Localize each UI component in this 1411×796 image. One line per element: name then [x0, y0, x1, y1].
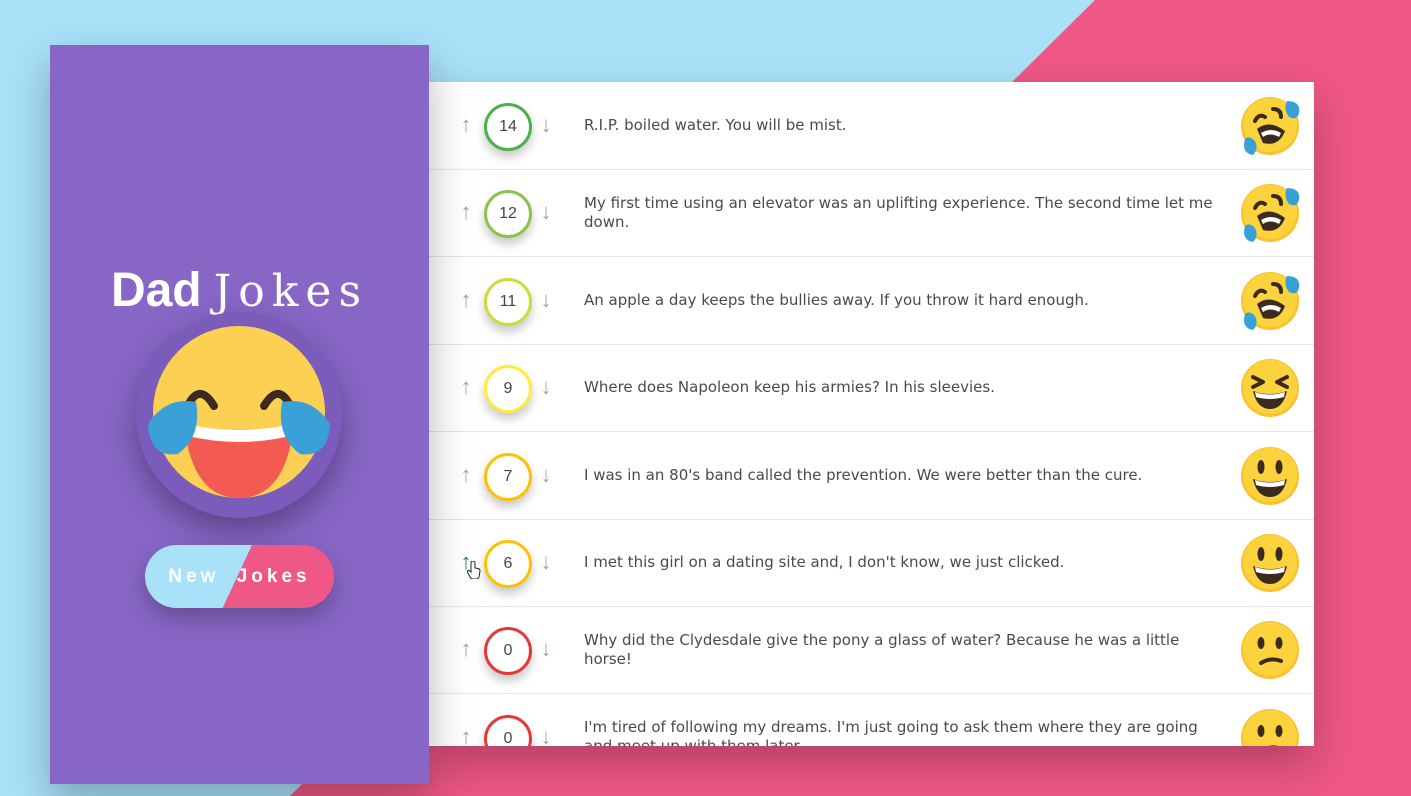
confused-emoji: [1239, 707, 1301, 746]
joke-text: I was in an 80's band called the prevent…: [584, 465, 1143, 484]
joke-row: ↑ 9 ↓ Where does Napoleon keep his armies? …: [429, 344, 1314, 433]
downvote-arrow-icon[interactable]: ↓: [535, 199, 557, 225]
joke-text: I met this girl on a dating site and, I …: [584, 553, 1065, 571]
joke-row: ↑ 6 ↓ I met this girl on a dating site and,…: [429, 519, 1314, 607]
app-title: Dad Jokes: [50, 267, 429, 315]
downvote-arrow-icon[interactable]: ↓: [535, 724, 557, 746]
downvote-arrow-icon[interactable]: ↓: [535, 374, 557, 400]
vote-count: 9: [484, 365, 532, 414]
joke-text: An apple a day keeps the bullies away. I…: [584, 290, 1089, 309]
vote-count: 12: [484, 190, 532, 239]
joke-row: ↑ 11 ↓ An apple a day keeps the bullies awa…: [429, 257, 1314, 345]
joke-text: Where does Napoleon keep his armies? In …: [584, 378, 995, 397]
vote-count: 0: [484, 627, 532, 676]
title-jokes: Jokes: [213, 266, 369, 317]
upvote-arrow-icon[interactable]: ↑: [455, 199, 477, 225]
joke-row: ↑ 7 ↓ I was in an 80's band called the prev…: [429, 432, 1314, 520]
joke-text: Why did the Clydesdale give the pony a g…: [584, 630, 1180, 668]
confused-emoji: [1239, 619, 1301, 681]
downvote-arrow-icon[interactable]: ↓: [535, 112, 557, 138]
vote-count: 11: [484, 277, 532, 326]
grin-emoji: [1239, 532, 1301, 594]
downvote-arrow-icon[interactable]: ↓: [535, 287, 557, 313]
rofl-emoji: [1239, 270, 1301, 332]
joke-row: ↑ 0 ↓ I'm tired of following my dreams. I'm…: [429, 694, 1314, 746]
laughing-emoji-logo: [136, 312, 342, 518]
upvote-arrow-icon[interactable]: ↑: [455, 636, 477, 662]
upvote-arrow-icon[interactable]: ↑: [455, 112, 477, 138]
downvote-arrow-icon[interactable]: ↓: [535, 636, 557, 662]
joke-text: R.I.P. boiled water. You will be mist.: [584, 116, 847, 134]
vote-count: 6: [484, 540, 532, 588]
upvote-arrow-icon[interactable]: ↑: [455, 462, 477, 488]
title-dad: Dad: [110, 264, 202, 317]
sidebar: Dad Jokes New Jokes: [50, 45, 429, 784]
upvote-arrow-icon[interactable]: ↑: [455, 374, 477, 400]
downvote-arrow-icon[interactable]: ↓: [535, 549, 557, 575]
squint-laugh-emoji: [1239, 357, 1301, 419]
vote-count: 0: [484, 714, 532, 746]
upvote-arrow-icon[interactable]: ↑: [455, 724, 477, 746]
upvote-arrow-icon[interactable]: ↑: [455, 287, 477, 313]
jokes-list: ↑ 14 ↓ R.I.P. boiled water. You will be mis…: [429, 82, 1314, 746]
rofl-emoji: [1239, 95, 1301, 157]
vote-count: 14: [484, 103, 532, 151]
downvote-arrow-icon[interactable]: ↓: [535, 462, 557, 488]
rofl-emoji: [1239, 182, 1301, 244]
new-jokes-button[interactable]: New Jokes: [145, 545, 334, 608]
grin-emoji: [1239, 445, 1301, 507]
joke-row: ↑ 0 ↓ Why did the Clydesdale give the pony …: [429, 606, 1314, 695]
joke-text: I'm tired of following my dreams. I'm ju…: [584, 718, 1198, 746]
vote-count: 7: [484, 452, 532, 501]
joke-row: ↑ 14 ↓ R.I.P. boiled water. You will be mis…: [429, 82, 1314, 170]
joke-text: My first time using an elevator was an u…: [584, 193, 1213, 231]
joke-row: ↑ 12 ↓ My first time using an elevator was …: [429, 169, 1314, 258]
hand-cursor-icon: [466, 560, 481, 580]
